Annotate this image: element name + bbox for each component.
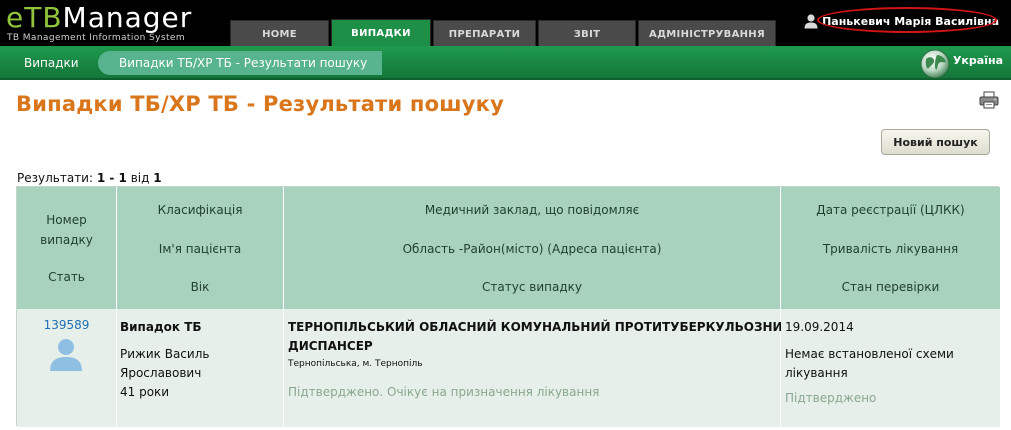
new-search-button[interactable]: Новий пошук (881, 129, 990, 155)
results-summary: Результати: 1 - 1 від 1 (17, 171, 162, 185)
table-row-cell-registration: 19.09.2014 Немає встановленої схеми ліку… (781, 309, 1000, 427)
country-label: Україна (952, 53, 1003, 67)
header-col-case: Номер випадку Стать (17, 187, 117, 309)
patient-avatar-icon (50, 339, 82, 371)
tab-home[interactable]: HOME (230, 20, 329, 46)
globe-icon (920, 49, 950, 79)
verification-status: Підтверджено (785, 391, 877, 405)
table-row-cell-case: 139589 (17, 309, 117, 427)
tab-report[interactable]: ЗВІТ (538, 20, 636, 46)
user-icon (804, 14, 818, 29)
treatment-line1: Немає встановленої схеми (785, 347, 954, 361)
app-logo[interactable]: eTBManager TB Management Information Sys… (6, 2, 226, 46)
patient-name-line1: Рижик Василь (120, 347, 210, 361)
breadcrumb-cases[interactable]: Випадки (24, 56, 79, 70)
patient-name-line2: Ярославович (120, 366, 202, 380)
country-selector[interactable]: Україна (919, 48, 1003, 80)
results-table: Номер випадку Стать Класифікація Ім'я па… (16, 186, 1000, 427)
header-col-registration: Дата реєстрації (ЦЛКК) Тривалість лікува… (781, 187, 1000, 309)
logo-subtitle: TB Management Information System (7, 33, 185, 43)
patient-age: 41 роки (120, 385, 170, 399)
logo-wordmark: eTBManager (6, 1, 193, 34)
tab-medicines[interactable]: ПРЕПАРАТИ (433, 20, 536, 46)
case-status: Підтверджено. Очікує на призначення ліку… (288, 385, 600, 399)
user-name: Панькевич Марія Василівна (822, 14, 999, 28)
top-bar: eTBManager TB Management Information Sys… (0, 0, 1011, 46)
registration-date: 19.09.2014 (785, 320, 854, 334)
header-col-facility: Медичний заклад, що повідомляє Область -… (284, 187, 781, 309)
treatment-line2: лікування (785, 366, 848, 380)
facility-name-line2: ДИСПАНСЕР (288, 339, 373, 353)
case-number-link[interactable]: 139589 (17, 318, 116, 332)
patient-address: Тернопільська, м. Тернопіль (288, 359, 423, 369)
case-classification: Випадок ТБ (120, 320, 202, 334)
user-menu[interactable]: Панькевич Марія Василівна (803, 10, 999, 32)
tab-administration[interactable]: АДМІНІСТРУВАННЯ (638, 20, 776, 46)
tab-cases[interactable]: ВИПАДКИ (331, 19, 431, 46)
header-col-patient: Класифікація Ім'я пацієнта Вік (117, 187, 284, 309)
facility-name-line1: ТЕРНОПІЛЬСЬКИЙ ОБЛАСНИЙ КОМУНАЛЬНИЙ ПРОТ… (288, 320, 793, 334)
table-row-cell-facility: ТЕРНОПІЛЬСЬКИЙ ОБЛАСНИЙ КОМУНАЛЬНИЙ ПРОТ… (284, 309, 793, 427)
printer-icon[interactable] (979, 91, 999, 109)
breadcrumb-bar: Випадки Випадки ТБ/ХР ТБ - Результати по… (0, 46, 1011, 80)
page-title: Випадки ТБ/ХР ТБ - Результати пошуку (16, 92, 504, 116)
table-row-cell-patient: Випадок ТБ Рижик Василь Ярославович 41 р… (117, 309, 284, 427)
breadcrumb-current: Випадки ТБ/ХР ТБ - Результати пошуку (98, 51, 382, 75)
